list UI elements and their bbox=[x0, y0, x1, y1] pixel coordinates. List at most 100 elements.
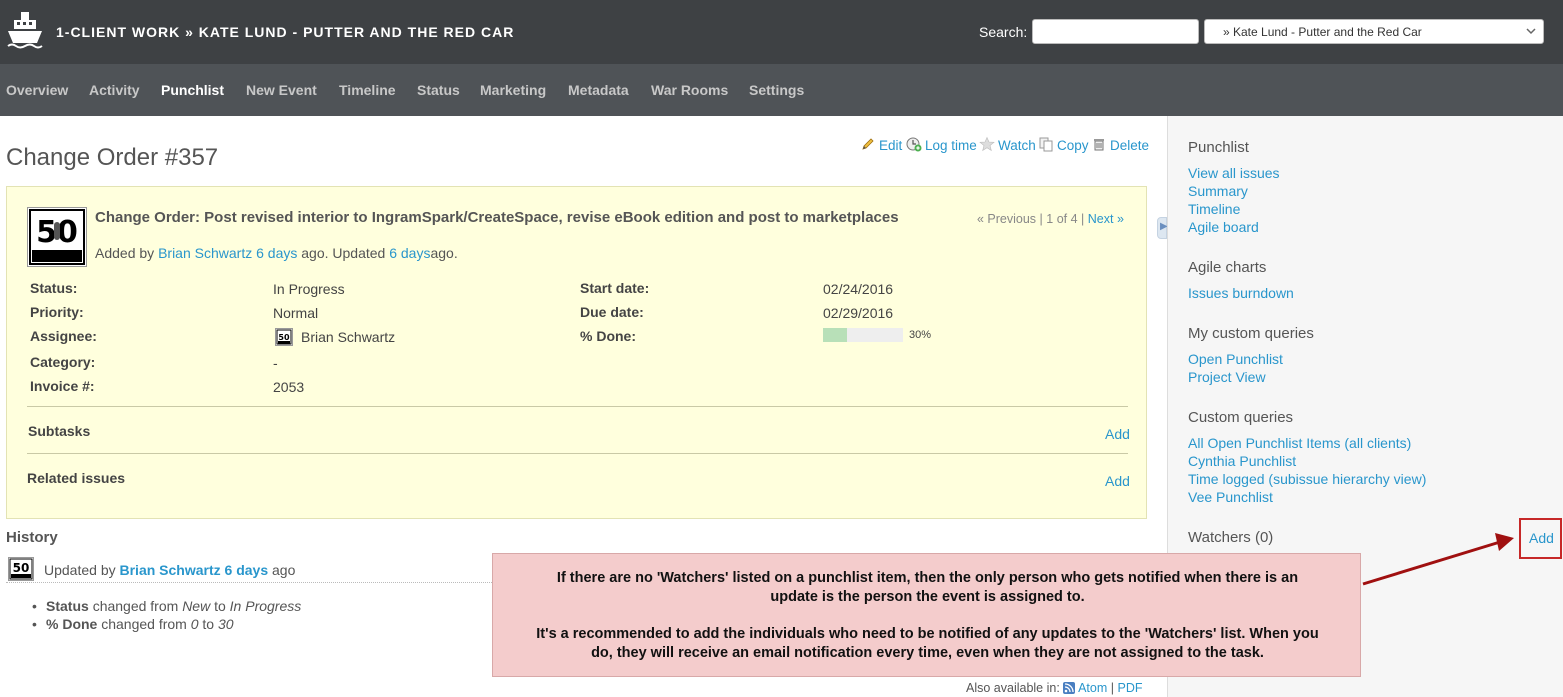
done-label: % Done: bbox=[580, 328, 636, 344]
watch-link[interactable]: Watch bbox=[998, 138, 1036, 153]
sidebar-summary[interactable]: Summary bbox=[1188, 183, 1248, 199]
assignee-avatar: 50 bbox=[275, 328, 293, 346]
add-subtask-link[interactable]: Add bbox=[1105, 426, 1130, 442]
category-value: - bbox=[273, 355, 278, 371]
star-icon bbox=[979, 136, 995, 155]
copy-action[interactable]: Copy bbox=[1038, 136, 1089, 155]
created-ago-link[interactable]: 6 days bbox=[256, 245, 297, 261]
detail-text: changed from bbox=[101, 616, 187, 632]
journal-author-link[interactable]: Brian Schwartz bbox=[120, 562, 221, 578]
copy-link[interactable]: Copy bbox=[1057, 138, 1089, 153]
menu-marketing[interactable]: Marketing bbox=[480, 82, 546, 98]
issue-details: 50 Change Order: Post revised interior t… bbox=[6, 186, 1147, 519]
sidebar-view-all-issues[interactable]: View all issues bbox=[1188, 165, 1280, 181]
author-link[interactable]: Brian Schwartz bbox=[158, 245, 252, 261]
delete-action[interactable]: Delete bbox=[1091, 136, 1149, 155]
menu-overview[interactable]: Overview bbox=[6, 82, 68, 98]
log-time-link[interactable]: Log time bbox=[925, 138, 977, 153]
issue-author-line: Added by Brian Schwartz 6 days ago. Upda… bbox=[95, 245, 458, 261]
feed-icon bbox=[1063, 682, 1076, 697]
sidebar-time-logged[interactable]: Time logged (subissue hierarchy view) bbox=[1188, 471, 1426, 487]
callout-line: If there are no 'Watchers' listed on a p… bbox=[556, 570, 1299, 586]
menu-status[interactable]: Status bbox=[417, 82, 460, 98]
status-value: In Progress bbox=[273, 281, 345, 297]
annotation-callout: If there are no 'Watchers' listed on a p… bbox=[492, 553, 1361, 677]
journal-time-link[interactable]: 6 days bbox=[225, 562, 269, 578]
sidebar-issues-burndown[interactable]: Issues burndown bbox=[1188, 285, 1294, 301]
start-date-label: Start date: bbox=[580, 280, 650, 296]
project-title[interactable]: 1-CLIENT WORK » KATE LUND - PUTTER AND T… bbox=[56, 24, 514, 40]
pdf-link[interactable]: PDF bbox=[1118, 681, 1143, 695]
detail-old-value: 0 bbox=[190, 616, 199, 632]
sidebar-timeline[interactable]: Timeline bbox=[1188, 201, 1240, 217]
search-input[interactable] bbox=[1032, 19, 1199, 44]
trash-icon bbox=[1091, 136, 1107, 155]
done-progress-bar bbox=[823, 328, 903, 342]
edit-link[interactable]: Edit bbox=[879, 138, 902, 153]
done-percent: 30% bbox=[909, 329, 932, 341]
history-heading: History bbox=[6, 529, 58, 546]
sidebar-open-punchlist[interactable]: Open Punchlist bbox=[1188, 351, 1283, 367]
detail-field: % Done bbox=[46, 616, 98, 632]
journal-header: 50 Updated by Brian Schwartz 6 days ago bbox=[6, 557, 506, 583]
also-available-label: Also available in: bbox=[966, 681, 1060, 695]
detail-new-value: 30 bbox=[218, 616, 234, 632]
menu-new-event[interactable]: New Event bbox=[246, 82, 317, 98]
menu-punchlist[interactable]: Punchlist bbox=[161, 82, 224, 98]
avatar: 50 bbox=[27, 207, 87, 267]
sidebar-vee-punchlist[interactable]: Vee Punchlist bbox=[1188, 489, 1273, 505]
assignee-label: Assignee: bbox=[30, 328, 97, 344]
nav-position: 1 of 4 bbox=[1046, 212, 1078, 226]
due-date-value: 02/29/2016 bbox=[823, 305, 894, 321]
delete-link[interactable]: Delete bbox=[1110, 138, 1149, 153]
sidebar-custom-queries-heading: Custom queries bbox=[1188, 409, 1294, 426]
detail-text: changed from bbox=[92, 598, 179, 614]
sidebar-project-view[interactable]: Project View bbox=[1188, 369, 1266, 385]
edit-action[interactable]: Edit bbox=[860, 136, 902, 155]
detail-text: to bbox=[202, 616, 215, 632]
next-link[interactable]: Next » bbox=[1088, 212, 1124, 226]
start-date-value: 02/24/2016 bbox=[823, 281, 894, 297]
updated-ago-link[interactable]: 6 days bbox=[389, 245, 430, 261]
related-issues-label: Related issues bbox=[27, 470, 126, 486]
pencil-icon bbox=[860, 136, 876, 155]
assignee-link[interactable]: Brian Schwartz bbox=[301, 329, 395, 345]
add-related-link[interactable]: Add bbox=[1105, 473, 1130, 489]
issue-pagination: « Previous | 1 of 4 | Next » bbox=[977, 212, 1124, 226]
sidebar-punchlist-heading: Punchlist bbox=[1188, 139, 1249, 156]
journal-ago: ago bbox=[272, 562, 296, 578]
sidebar-agile-board[interactable]: Agile board bbox=[1188, 219, 1259, 235]
sidebar-agile-heading: Agile charts bbox=[1188, 259, 1267, 276]
priority-value: Normal bbox=[273, 305, 319, 321]
sidebar-cynthia-punchlist[interactable]: Cynthia Punchlist bbox=[1188, 453, 1296, 469]
status-label: Status: bbox=[30, 280, 78, 296]
due-date-label: Due date: bbox=[580, 304, 644, 320]
menu-settings[interactable]: Settings bbox=[749, 82, 804, 98]
callout-line: do, they will receive an email notificat… bbox=[591, 645, 1264, 661]
divider bbox=[27, 406, 1128, 407]
ship-logo-icon[interactable] bbox=[6, 10, 44, 52]
menu-activity[interactable]: Activity bbox=[89, 82, 140, 98]
ago-label: ago. bbox=[430, 245, 458, 261]
menu-war-rooms[interactable]: War Rooms bbox=[651, 82, 728, 98]
project-jump-select[interactable]: » Kate Lund - Putter and the Red Car bbox=[1204, 19, 1544, 44]
detail-old-value: New bbox=[182, 598, 211, 614]
invoice-value: 2053 bbox=[273, 379, 305, 395]
search-label: Search: bbox=[979, 24, 1028, 40]
nav-separator: | bbox=[1081, 212, 1085, 226]
menu-metadata[interactable]: Metadata bbox=[568, 82, 629, 98]
log-time-action[interactable]: Log time bbox=[906, 136, 977, 155]
updated-by-label: Updated by bbox=[44, 562, 116, 578]
detail-new-value: In Progress bbox=[229, 598, 302, 614]
export-formats: Also available in: Atom | PDF bbox=[966, 681, 1143, 697]
journal-avatar: 50 bbox=[8, 557, 34, 581]
journal-detail: Status changed from New to In Progress bbox=[32, 598, 302, 614]
sidebar-all-open-items[interactable]: All Open Punchlist Items (all clients) bbox=[1188, 435, 1411, 451]
menu-timeline[interactable]: Timeline bbox=[339, 82, 396, 98]
divider bbox=[27, 453, 1128, 454]
previous-link[interactable]: « Previous bbox=[977, 212, 1036, 226]
atom-link[interactable]: Atom bbox=[1078, 681, 1107, 695]
nav-separator: | bbox=[1039, 212, 1043, 226]
sidebar-toggle[interactable]: ▶ bbox=[1157, 217, 1168, 239]
watch-action[interactable]: Watch bbox=[979, 136, 1036, 155]
